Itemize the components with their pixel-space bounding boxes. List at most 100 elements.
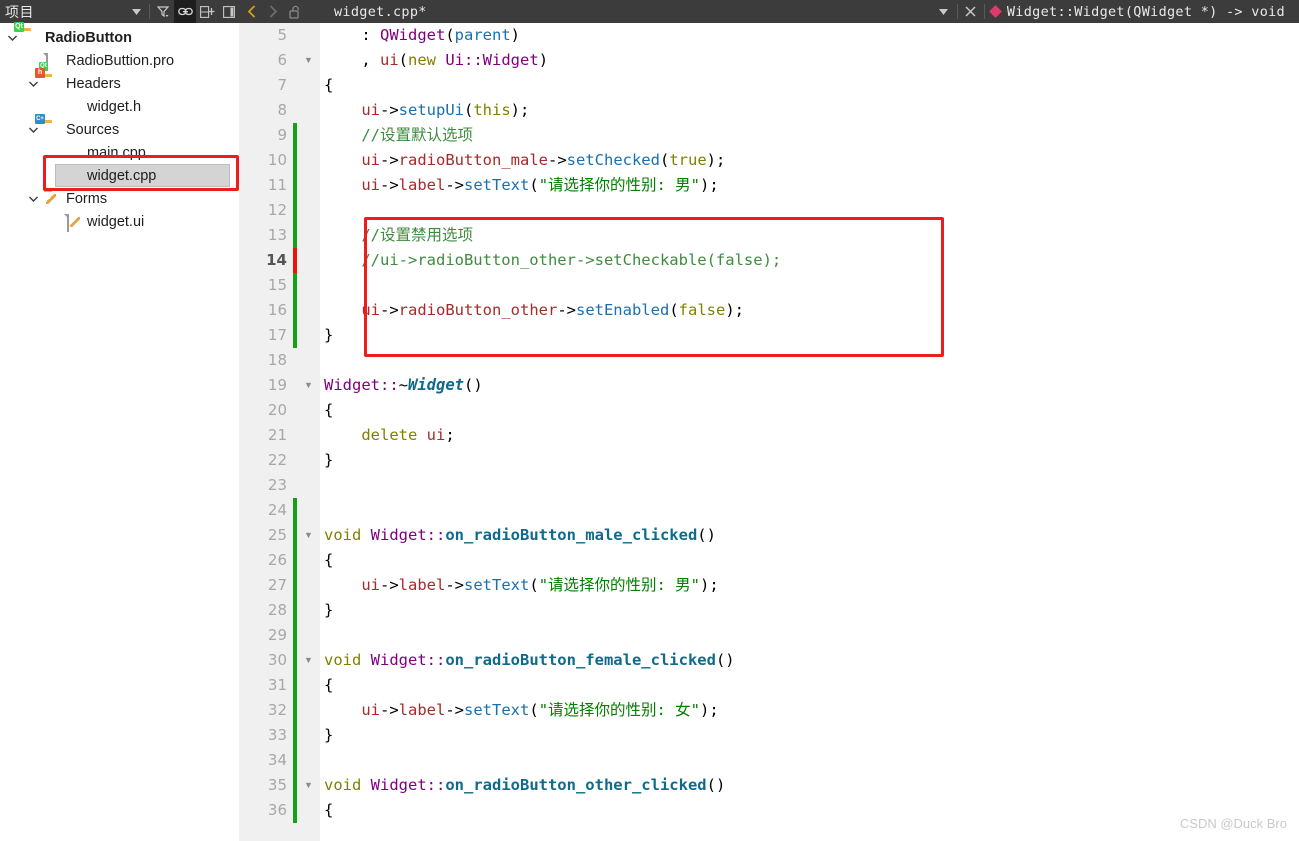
chevron-down-icon[interactable] <box>125 0 147 23</box>
code-token-pln <box>361 651 370 669</box>
code-token-var: ui <box>361 176 380 194</box>
code-line[interactable]: 29 <box>239 623 1299 648</box>
fold-toggle-icon[interactable]: ▼ <box>297 773 320 798</box>
code-line[interactable]: 15 <box>239 273 1299 298</box>
code-line[interactable]: 14 //ui->radioButton_other->setCheckable… <box>239 248 1299 273</box>
code-line[interactable]: 11 ui->label->setText("请选择你的性别: 男"); <box>239 173 1299 198</box>
code-line[interactable]: 20 { <box>239 398 1299 423</box>
code-token-pln <box>417 426 426 444</box>
code-line[interactable]: 27 ui->label->setText("请选择你的性别: 男"); <box>239 573 1299 598</box>
top-bar: 项目 widget.cpp* Widget::Widget(QWidget *)… <box>0 0 1299 23</box>
code-token-var: ui <box>361 101 380 119</box>
code-line[interactable]: 8 ui->setupUi(this); <box>239 98 1299 123</box>
code-line[interactable]: 30 ▼ void Widget::on_radioButton_female_cl… <box>239 648 1299 673</box>
tree-item-radiobutton[interactable]: Qt RadioButton <box>0 21 238 49</box>
filter-icon[interactable] <box>152 0 174 23</box>
tree-item-main-cpp[interactable]: main.cpp <box>0 141 238 164</box>
add-pane-icon[interactable] <box>196 0 218 23</box>
code-token-pln <box>324 426 361 444</box>
code-text: { <box>320 398 1299 423</box>
code-line[interactable]: 34 <box>239 748 1299 773</box>
code-line[interactable]: 31 { <box>239 673 1299 698</box>
active-tab-label[interactable]: widget.cpp* <box>334 4 427 20</box>
current-symbol-label[interactable]: Widget::Widget(QWidget *) -> void <box>1007 4 1285 20</box>
code-token-pln: { <box>324 401 334 419</box>
code-line[interactable]: 9 //设置默认选项 <box>239 123 1299 148</box>
fold-placeholder <box>297 323 320 348</box>
code-line[interactable]: 5 : QWidget(parent) <box>239 23 1299 48</box>
code-line[interactable]: 24 <box>239 498 1299 523</box>
chevron-down-icon[interactable] <box>27 77 40 90</box>
forward-arrow-icon[interactable] <box>262 0 284 23</box>
code-line[interactable]: 28} <box>239 598 1299 623</box>
toolbar-separator <box>983 4 985 19</box>
code-text: { <box>320 673 1299 698</box>
code-line[interactable]: 12 <box>239 198 1299 223</box>
code-line[interactable]: 7{ <box>239 73 1299 98</box>
code-line[interactable]: 16 ui->radioButton_other->setEnabled(fal… <box>239 298 1299 323</box>
code-line[interactable]: 25 ▼ void Widget::on_radioButton_male_clic… <box>239 523 1299 548</box>
code-text: //设置禁用选项 <box>320 223 1299 248</box>
code-text: : QWidget(parent) <box>320 23 1299 48</box>
line-number: 7 <box>277 76 287 94</box>
code-line[interactable]: 33} <box>239 723 1299 748</box>
code-token-pln: } <box>324 326 334 344</box>
unlocked-padlock-icon[interactable] <box>284 0 306 23</box>
code-token-pln: -> <box>380 176 399 194</box>
fold-placeholder <box>297 98 320 123</box>
code-editor[interactable]: 5 : QWidget(parent) 6 ▼ , ui(new Ui::Widge… <box>239 23 1299 841</box>
chevron-down-icon[interactable] <box>27 123 40 136</box>
code-line[interactable]: 22} <box>239 448 1299 473</box>
code-token-pln: , <box>361 51 380 69</box>
code-line[interactable]: 36 { <box>239 798 1299 823</box>
fold-toggle-icon[interactable]: ▼ <box>297 648 320 673</box>
code-token-kw: true <box>669 151 707 169</box>
code-line[interactable]: 6 ▼ , ui(new Ui::Widget) <box>239 48 1299 73</box>
line-number: 13 <box>267 226 287 244</box>
chevron-down-icon[interactable] <box>6 31 19 44</box>
code-line[interactable]: 18 <box>239 348 1299 373</box>
collapse-panel-icon[interactable] <box>218 0 240 23</box>
code-line[interactable]: 17} <box>239 323 1299 348</box>
code-token-var: label <box>398 701 446 719</box>
chevron-down-icon[interactable] <box>27 192 40 205</box>
code-text: { <box>320 548 1299 573</box>
tree-item-widget-ui[interactable]: widget.ui <box>0 210 238 233</box>
close-icon[interactable] <box>960 0 982 23</box>
code-text: //ui->radioButton_other->setCheckable(fa… <box>320 248 1299 273</box>
line-number: 14 <box>266 251 287 269</box>
code-line[interactable]: 32 ui->label->setText("请选择你的性别: 女"); <box>239 698 1299 723</box>
tree-item-widget-cpp[interactable]: widget.cpp <box>0 164 238 187</box>
project-tree-panel[interactable]: Qt RadioButton Qt RadioButtion.pro h Headers w… <box>0 21 238 841</box>
code-text: Widget::~Widget() <box>320 373 1299 398</box>
code-line[interactable]: 10 ui->radioButton_male->setChecked(true… <box>239 148 1299 173</box>
code-line[interactable]: 19 ▼ Widget::~Widget() <box>239 373 1299 398</box>
code-token-pln: -> <box>445 176 465 194</box>
line-number: 24 <box>267 501 287 519</box>
code-content[interactable]: 5 : QWidget(parent) 6 ▼ , ui(new Ui::Widge… <box>239 23 1299 841</box>
fold-toggle-icon[interactable]: ▼ <box>297 373 320 398</box>
code-line[interactable]: 35 ▼ void Widget::on_radioButton_other_cli… <box>239 773 1299 798</box>
code-line[interactable]: 13 //设置禁用选项 <box>239 223 1299 248</box>
tab-controls: Widget::Widget(QWidget *) -> void <box>933 0 1299 23</box>
back-arrow-icon[interactable] <box>240 0 262 23</box>
code-token-type: Widget:: <box>370 776 446 794</box>
code-line[interactable]: 26 { <box>239 548 1299 573</box>
code-token-pln: ( <box>659 151 670 169</box>
link-icon[interactable] <box>174 0 196 23</box>
fold-toggle-icon[interactable]: ▼ <box>297 523 320 548</box>
tree-item-headers[interactable]: h Headers <box>0 67 238 95</box>
fold-placeholder <box>297 398 320 423</box>
tree-item-sources[interactable]: C+ Sources <box>0 113 238 141</box>
fold-placeholder <box>297 73 320 98</box>
fold-placeholder <box>297 423 320 448</box>
code-line[interactable]: 21 delete ui; <box>239 423 1299 448</box>
code-token-pln: ( <box>669 301 679 319</box>
fold-toggle-icon[interactable]: ▼ <box>297 48 320 73</box>
line-number: 23 <box>267 476 287 494</box>
code-line[interactable]: 23 <box>239 473 1299 498</box>
chevron-down-icon[interactable] <box>933 0 955 23</box>
tree-item-forms[interactable]: Forms <box>0 187 238 210</box>
code-token-type: Widget:: <box>370 526 446 544</box>
